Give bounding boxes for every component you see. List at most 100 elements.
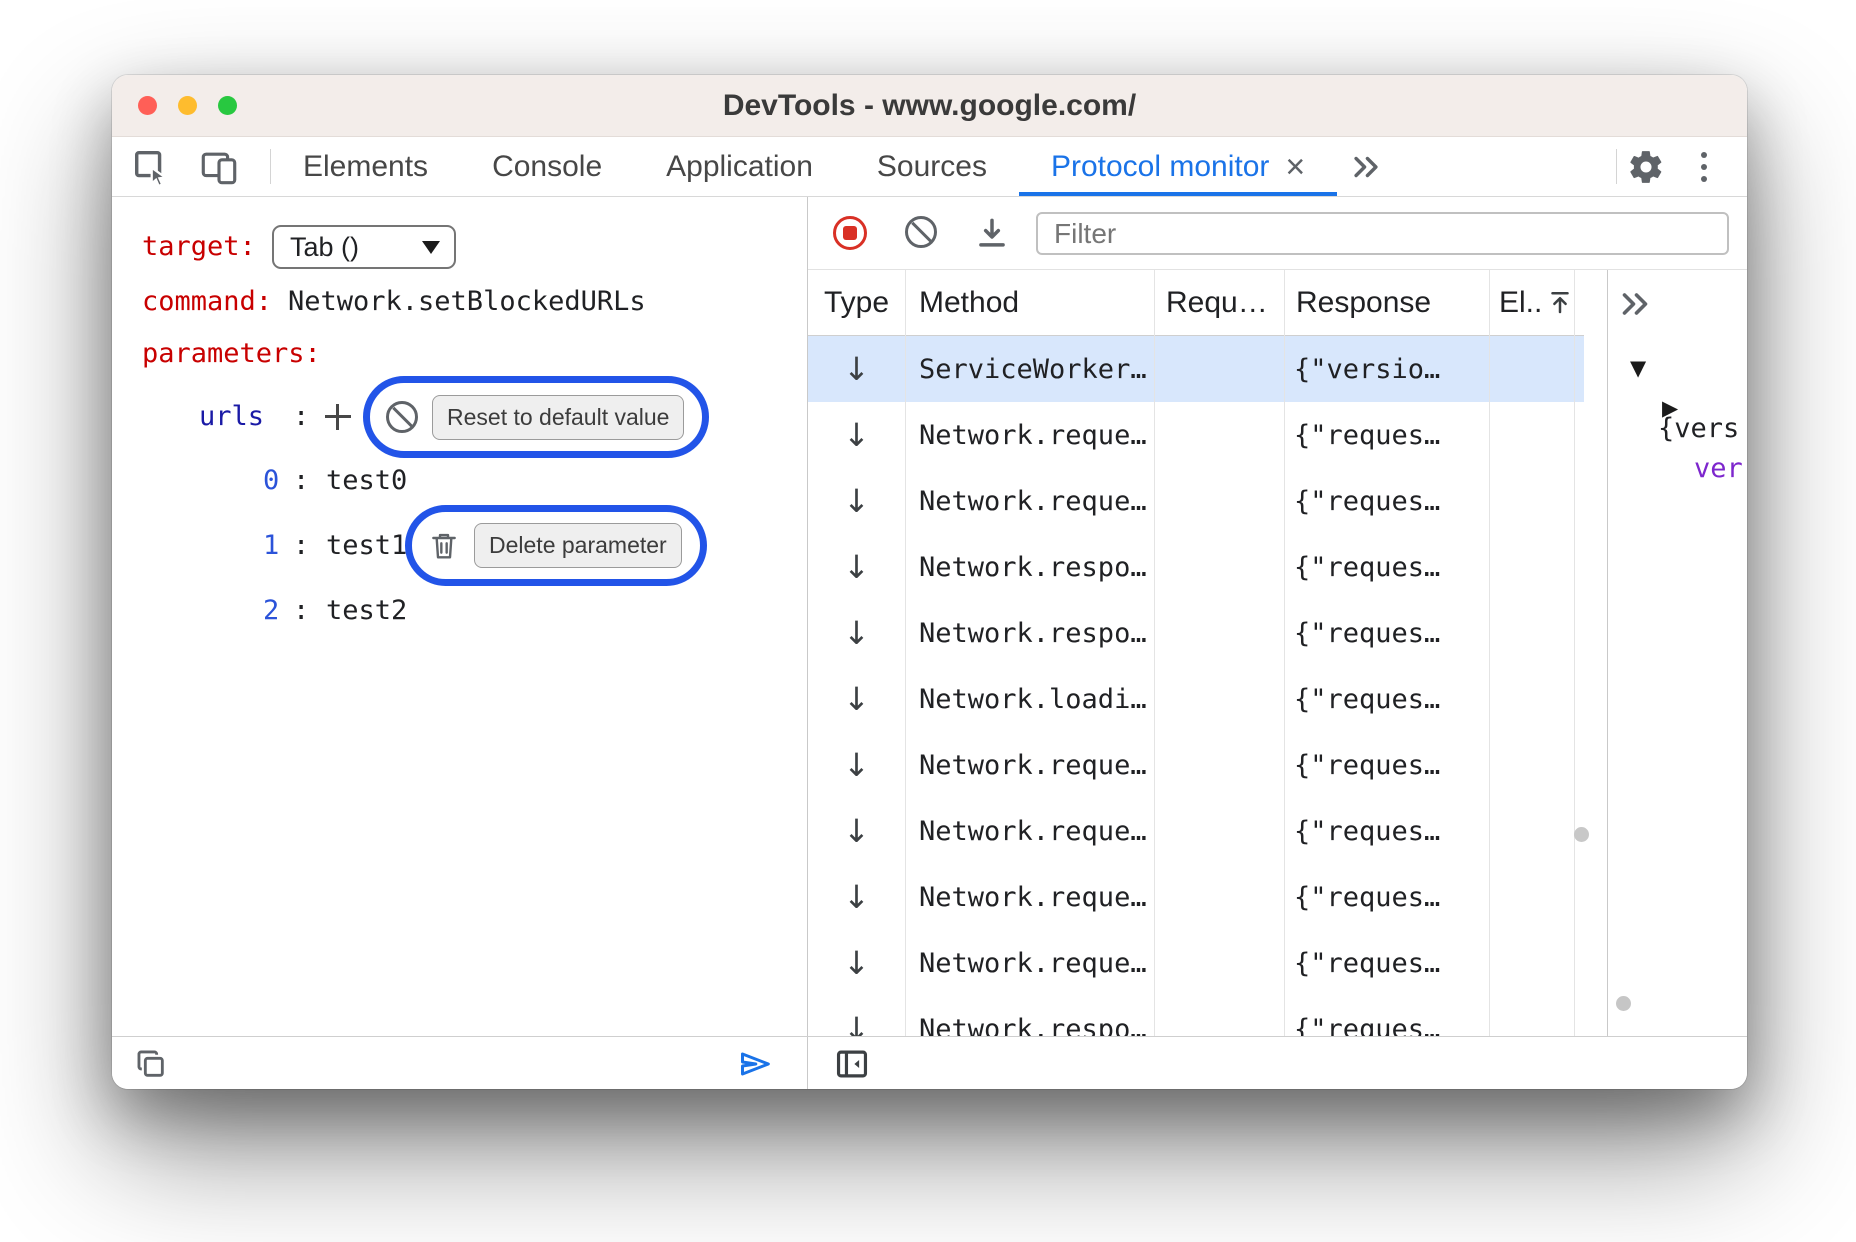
param-value[interactable]: test1	[326, 528, 407, 564]
editor-line-parameters: parameters:	[112, 336, 807, 372]
table-row[interactable]: ↓ Network.reque… {"reques…	[808, 732, 1584, 798]
param-value[interactable]: test0	[326, 463, 407, 499]
delete-parameter-button[interactable]: Delete parameter	[474, 523, 682, 568]
more-tabs-button[interactable]	[1337, 137, 1395, 196]
table-row[interactable]: ↓ Network.respo… {"reques…	[808, 600, 1584, 666]
reset-highlight-callout: Reset to default value	[363, 376, 709, 458]
param-value[interactable]: test2	[326, 593, 407, 629]
received-message-icon: ↓	[843, 551, 870, 583]
minimize-window-button[interactable]	[178, 96, 197, 115]
table-row[interactable]: ↓ Network.reque… {"reques…	[808, 468, 1584, 534]
response-cell: {"reques…	[1284, 750, 1489, 781]
clear-log-button[interactable]	[905, 216, 937, 248]
sort-ascending-icon[interactable]	[1545, 287, 1575, 325]
filter-input[interactable]	[1036, 212, 1729, 255]
add-parameter-button[interactable]	[323, 402, 353, 432]
tab-console[interactable]: Console	[460, 137, 634, 196]
vertical-dots-icon	[1701, 152, 1707, 182]
tab-label: Application	[666, 150, 813, 184]
inspect-cursor-icon	[131, 147, 171, 187]
method-cell: Network.loadi…	[905, 684, 1154, 715]
response-cell: {"reques…	[1284, 816, 1489, 847]
tab-elements[interactable]: Elements	[271, 137, 460, 196]
received-message-icon: ↓	[843, 815, 870, 847]
save-log-button[interactable]	[973, 214, 1011, 257]
expand-sidebar-button[interactable]	[1613, 282, 1657, 326]
colon: :	[293, 528, 309, 564]
inspect-element-button[interactable]	[122, 137, 180, 196]
tab-label: Elements	[303, 150, 428, 184]
received-message-icon: ↓	[843, 881, 870, 913]
detail-sidebar: ▼ {vers ▶ ver	[1608, 270, 1747, 1036]
received-message-icon: ↓	[843, 683, 870, 715]
column-header-elapsed[interactable]: El..	[1499, 270, 1542, 336]
main-menu-button[interactable]	[1675, 137, 1733, 196]
tab-application[interactable]: Application	[634, 137, 845, 196]
column-header-request[interactable]: Requ…	[1166, 270, 1268, 336]
download-icon	[973, 214, 1011, 252]
table-row[interactable]: ↓ Network.respo… {"reques…	[808, 996, 1584, 1036]
toggle-split-panel-button[interactable]	[833, 1045, 871, 1088]
record-button[interactable]	[833, 216, 867, 250]
close-window-button[interactable]	[138, 96, 157, 115]
reset-to-default-button[interactable]: Reset to default value	[432, 395, 684, 440]
zoom-window-button[interactable]	[218, 96, 237, 115]
received-message-icon: ↓	[843, 947, 870, 979]
response-cell: {"versio…	[1284, 354, 1489, 385]
tree-child-key: ver	[1694, 453, 1743, 485]
target-select-value: Tab ()	[290, 232, 359, 263]
editor-bottom-toolbar	[112, 1037, 808, 1089]
send-command-button[interactable]	[735, 1044, 775, 1089]
double-chevron-icon	[1349, 150, 1383, 184]
column-divider	[1489, 270, 1490, 1036]
response-cell: {"reques…	[1284, 618, 1489, 649]
editor-line-command: command: Network.setBlockedURLs	[112, 284, 807, 320]
tree-expanded-icon[interactable]: ▼	[1630, 352, 1646, 384]
close-tab-icon[interactable]: ×	[1285, 150, 1305, 184]
response-cell: {"reques…	[1284, 420, 1489, 451]
trash-icon[interactable]	[428, 530, 460, 562]
colon: :	[293, 463, 309, 499]
tab-label: Sources	[877, 150, 987, 184]
devtools-window: DevTools - www.google.com/ Elements Cons…	[112, 75, 1747, 1089]
received-message-icon: ↓	[843, 749, 870, 781]
column-header-response[interactable]: Response	[1296, 270, 1431, 336]
column-divider	[1154, 270, 1155, 1036]
table-row[interactable]: ↓ Network.reque… {"reques…	[808, 798, 1584, 864]
send-icon	[735, 1044, 775, 1084]
colon: :	[293, 593, 309, 629]
copy-command-button[interactable]	[134, 1047, 168, 1086]
editor-line-target: target:	[112, 229, 807, 265]
gear-icon	[1627, 148, 1665, 186]
colon: :	[293, 399, 309, 435]
response-cell: {"reques…	[1284, 948, 1489, 979]
tab-sources[interactable]: Sources	[845, 137, 1019, 196]
method-cell: Network.respo…	[905, 618, 1154, 649]
tab-protocol-monitor[interactable]: Protocol monitor ×	[1019, 137, 1337, 196]
response-cell: {"reques…	[1284, 684, 1489, 715]
toggle-device-toolbar-button[interactable]	[190, 137, 248, 196]
traffic-lights	[138, 96, 237, 115]
column-header-method[interactable]: Method	[919, 270, 1019, 336]
command-value[interactable]: Network.setBlockedURLs	[288, 284, 646, 320]
target-select[interactable]: Tab ()	[272, 225, 456, 269]
settings-button[interactable]	[1617, 137, 1675, 196]
table-row[interactable]: ↓ Network.loadi… {"reques…	[808, 666, 1584, 732]
protocol-monitor-panel: Type Method Requ… Response El.. ↓ Servic…	[808, 197, 1747, 1036]
tree-row-root[interactable]: ▼ {vers	[1608, 349, 1747, 381]
tree-collapsed-icon[interactable]: ▶	[1662, 392, 1678, 424]
tree-row-child[interactable]: ▶ ver	[1608, 389, 1747, 421]
table-row[interactable]: ↓ Network.reque… {"reques…	[808, 864, 1584, 930]
vertical-scrollbar-thumb[interactable]	[1574, 827, 1589, 842]
response-cell: {"reques…	[1284, 486, 1489, 517]
column-header-type[interactable]: Type	[824, 270, 889, 336]
table-row[interactable]: ↓ ServiceWorker… {"versio…	[808, 336, 1584, 402]
table-row[interactable]: ↓ Network.respo… {"reques…	[808, 534, 1584, 600]
delete-highlight-callout: Delete parameter	[405, 505, 707, 586]
table-row[interactable]: ↓ Network.reque… {"reques…	[808, 402, 1584, 468]
editor-line-param-2: 2 : test2	[112, 593, 807, 629]
horizontal-scrollbar-thumb[interactable]	[1616, 996, 1631, 1011]
device-toolbar-icon	[199, 147, 239, 187]
reset-to-default-icon[interactable]	[386, 401, 418, 433]
table-row[interactable]: ↓ Network.reque… {"reques…	[808, 930, 1584, 996]
